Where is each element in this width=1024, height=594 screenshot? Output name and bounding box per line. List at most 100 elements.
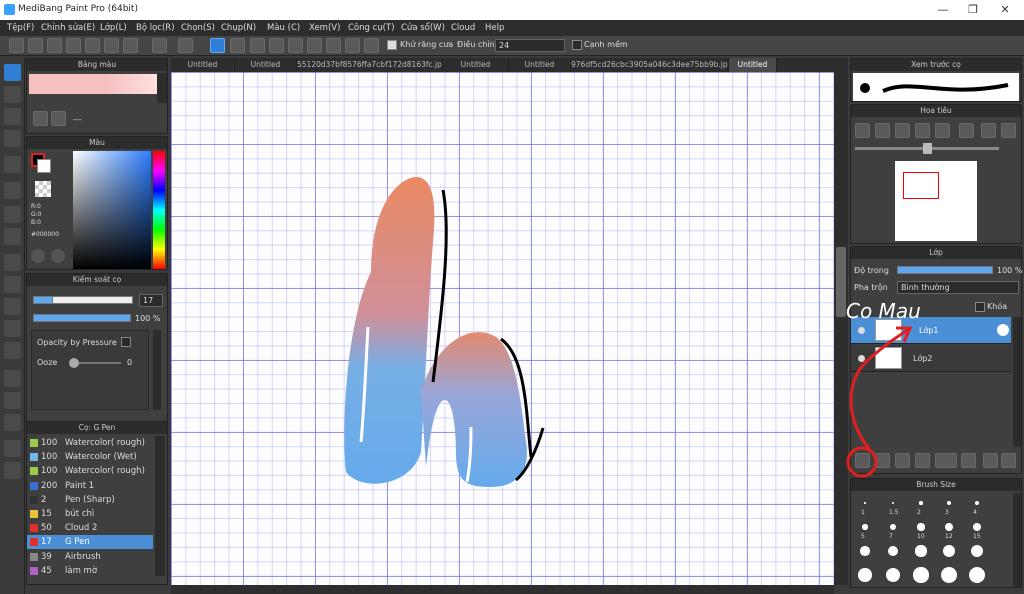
menu-color[interactable]: Màu (C) xyxy=(267,23,300,33)
brush-size-dot[interactable] xyxy=(887,545,899,557)
gradient-tool-icon[interactable] xyxy=(4,228,21,245)
menu-filter[interactable]: Bộ lọc(R) xyxy=(136,23,175,33)
actual-size-icon[interactable] xyxy=(915,123,930,138)
lasso-tool-icon[interactable] xyxy=(4,276,21,293)
menu-help[interactable]: Help xyxy=(485,23,504,33)
brush-list-item[interactable]: 15 bút chì xyxy=(27,507,153,521)
redo-icon[interactable] xyxy=(178,38,193,53)
brush-size-dot[interactable] xyxy=(970,544,984,558)
snap-circle-icon[interactable] xyxy=(307,38,322,53)
brush-list-item[interactable]: 200 Paint 1 xyxy=(27,479,153,493)
hue-slider[interactable] xyxy=(153,151,165,269)
snap-concentric-icon[interactable] xyxy=(364,38,379,53)
close-button[interactable]: ✕ xyxy=(990,2,1020,18)
move-tool-icon[interactable] xyxy=(4,156,21,173)
tab-jpg-1[interactable]: 55120d37bf8576ffa7cbf172d8163fc.jpg xyxy=(297,58,443,72)
tab-untitled-2[interactable]: Untitled xyxy=(235,58,297,72)
navigator-zoom-thumb[interactable] xyxy=(923,143,932,154)
menu-window[interactable]: Cửa sổ(W) xyxy=(401,23,445,33)
brush-size-dot[interactable] xyxy=(943,545,955,557)
divide-tool-icon[interactable] xyxy=(4,414,21,431)
ooze-thumb[interactable] xyxy=(69,358,79,368)
brush-list-item[interactable]: 2 Pen (Sharp) xyxy=(27,493,153,507)
brush-size-scrollbar[interactable] xyxy=(1013,493,1021,587)
page-icon[interactable] xyxy=(85,38,100,53)
brush-size-dot[interactable] xyxy=(969,567,985,583)
brush-size-dot[interactable] xyxy=(972,522,982,532)
brush-size-dot[interactable] xyxy=(891,501,895,505)
duplicate-layer-icon[interactable] xyxy=(983,453,998,468)
eyedropper-tool-icon[interactable] xyxy=(4,440,21,457)
brush-tool-icon[interactable] xyxy=(4,64,21,81)
brush-list-item[interactable]: 17 G Pen xyxy=(27,535,153,550)
tab-untitled-4[interactable]: Untitled xyxy=(509,58,571,72)
layer-settings-icon[interactable] xyxy=(997,324,1009,336)
snap-vanish-icon[interactable] xyxy=(269,38,284,53)
brush-size-dot[interactable] xyxy=(915,545,927,557)
snap-radial-icon[interactable] xyxy=(288,38,303,53)
tab-untitled-active[interactable]: Untitled xyxy=(729,58,777,72)
tab-untitled-3[interactable]: Untitled xyxy=(443,58,509,72)
menu-view[interactable]: Xem(V) xyxy=(309,23,340,33)
menu-edit[interactable]: Chỉnh sửa(E) xyxy=(41,23,95,33)
undo-icon[interactable] xyxy=(152,38,167,53)
merge-layer-icon[interactable] xyxy=(1001,453,1016,468)
new-8bit-layer-icon[interactable] xyxy=(895,453,910,468)
brush-size-dot[interactable] xyxy=(974,500,980,506)
eye-icon[interactable] xyxy=(858,327,865,334)
pen-tool-icon[interactable] xyxy=(4,130,21,147)
minimize-button[interactable]: — xyxy=(928,2,958,18)
rotate-left-icon[interactable] xyxy=(935,123,950,138)
transparent-swatch[interactable] xyxy=(35,181,51,197)
snap-grid-icon[interactable] xyxy=(250,38,265,53)
add-layer-menu-icon[interactable] xyxy=(935,453,957,468)
brush-size-dot[interactable] xyxy=(862,524,868,530)
comment-icon[interactable] xyxy=(66,38,81,53)
menu-capture[interactable]: Chụp(N) xyxy=(221,23,256,33)
color-wheel-icon[interactable] xyxy=(31,249,45,263)
eye-icon[interactable] xyxy=(858,355,865,362)
snap-curve-icon[interactable] xyxy=(326,38,341,53)
zoom-in-icon[interactable] xyxy=(855,123,870,138)
canvas-horizontal-scrollbar[interactable] xyxy=(171,585,834,594)
fit-icon[interactable] xyxy=(895,123,910,138)
brush-opacity-slider[interactable] xyxy=(33,314,131,322)
folder-icon[interactable] xyxy=(961,453,976,468)
menu-select[interactable]: Chọn(S) xyxy=(181,23,215,33)
opacity-pressure-checkbox[interactable] xyxy=(121,337,131,347)
brush-size-dot[interactable] xyxy=(885,567,901,583)
adjust-select[interactable]: 24 xyxy=(495,39,565,52)
snap-off-icon[interactable] xyxy=(210,38,225,53)
text-tool-icon[interactable] xyxy=(4,370,21,387)
brush-list-item[interactable]: 100 Watercolor( rough) xyxy=(27,464,153,478)
color-mode-icon[interactable] xyxy=(51,249,65,263)
zoom-out-icon[interactable] xyxy=(875,123,890,138)
tab-untitled-1[interactable]: Untitled xyxy=(171,58,235,72)
magic-wand-icon[interactable] xyxy=(4,298,21,315)
new-1bit-layer-icon[interactable] xyxy=(915,453,930,468)
snap-settings-icon[interactable] xyxy=(345,38,360,53)
new-layer-icon[interactable] xyxy=(855,453,870,468)
navigator-thumbnail[interactable] xyxy=(895,161,977,241)
save-icon[interactable] xyxy=(28,38,43,53)
layer-row-1[interactable]: Lớp1 xyxy=(851,317,1011,344)
reset-rotation-icon[interactable] xyxy=(981,123,996,138)
drawing-canvas[interactable] xyxy=(171,72,834,585)
palette-swatches[interactable] xyxy=(29,74,157,94)
brush-size-value[interactable]: 17 xyxy=(139,294,163,307)
brush-control-scrollbar[interactable] xyxy=(153,330,161,410)
restore-button[interactable]: ❐ xyxy=(958,2,988,18)
menu-file[interactable]: Tệp(F) xyxy=(7,23,34,33)
brush-size-dot[interactable] xyxy=(864,502,866,504)
brush-size-dot[interactable] xyxy=(941,567,957,583)
menu-layer[interactable]: Lớp(L) xyxy=(100,23,127,33)
fill-rect-tool-icon[interactable] xyxy=(4,182,21,199)
brush-size-dot[interactable] xyxy=(860,546,870,556)
brush-size-dot[interactable] xyxy=(947,501,951,505)
grid2-icon[interactable] xyxy=(123,38,138,53)
new-halftone-layer-icon[interactable] xyxy=(875,453,890,468)
brush-size-dot[interactable] xyxy=(913,567,929,583)
snap-parallel-icon[interactable] xyxy=(230,38,245,53)
palette-new-icon[interactable] xyxy=(33,111,48,126)
vertical-scroll-thumb[interactable] xyxy=(836,247,846,317)
